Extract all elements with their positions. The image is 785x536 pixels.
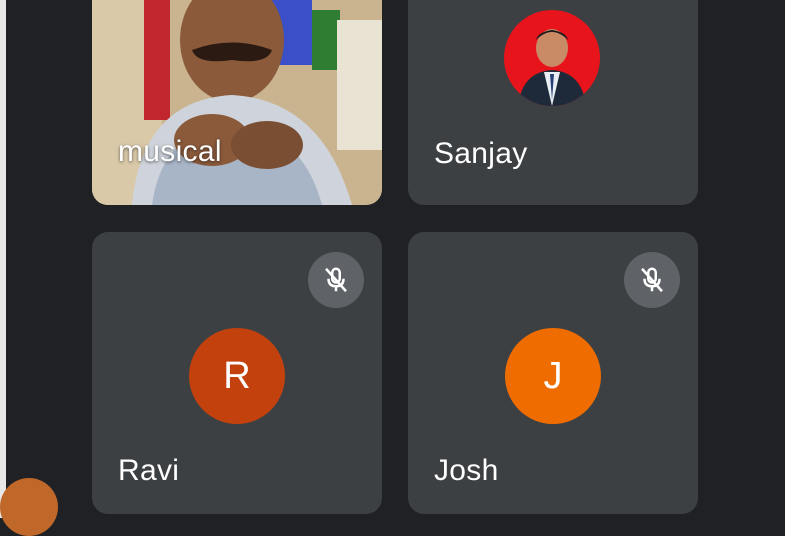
left-edge [0,0,6,518]
partial-avatar-badge[interactable] [0,478,58,536]
participant-tile-ravi[interactable]: R Ravi [92,232,382,514]
participant-tile-josh[interactable]: J Josh [408,232,698,514]
participant-name: Ravi [118,454,180,487]
participant-name: Josh [434,454,499,487]
profile-photo [504,10,600,106]
mic-off-icon [624,252,680,308]
avatar-initial: J [505,328,601,424]
participant-name: musical [118,135,222,168]
video-feed [92,0,382,205]
participant-tile-sanjay[interactable]: Sanjay [408,0,698,205]
participant-name: Sanjay [434,137,528,170]
avatar-initial: R [189,328,285,424]
participant-tile-musical[interactable]: musical [92,0,382,205]
mic-off-icon [308,252,364,308]
